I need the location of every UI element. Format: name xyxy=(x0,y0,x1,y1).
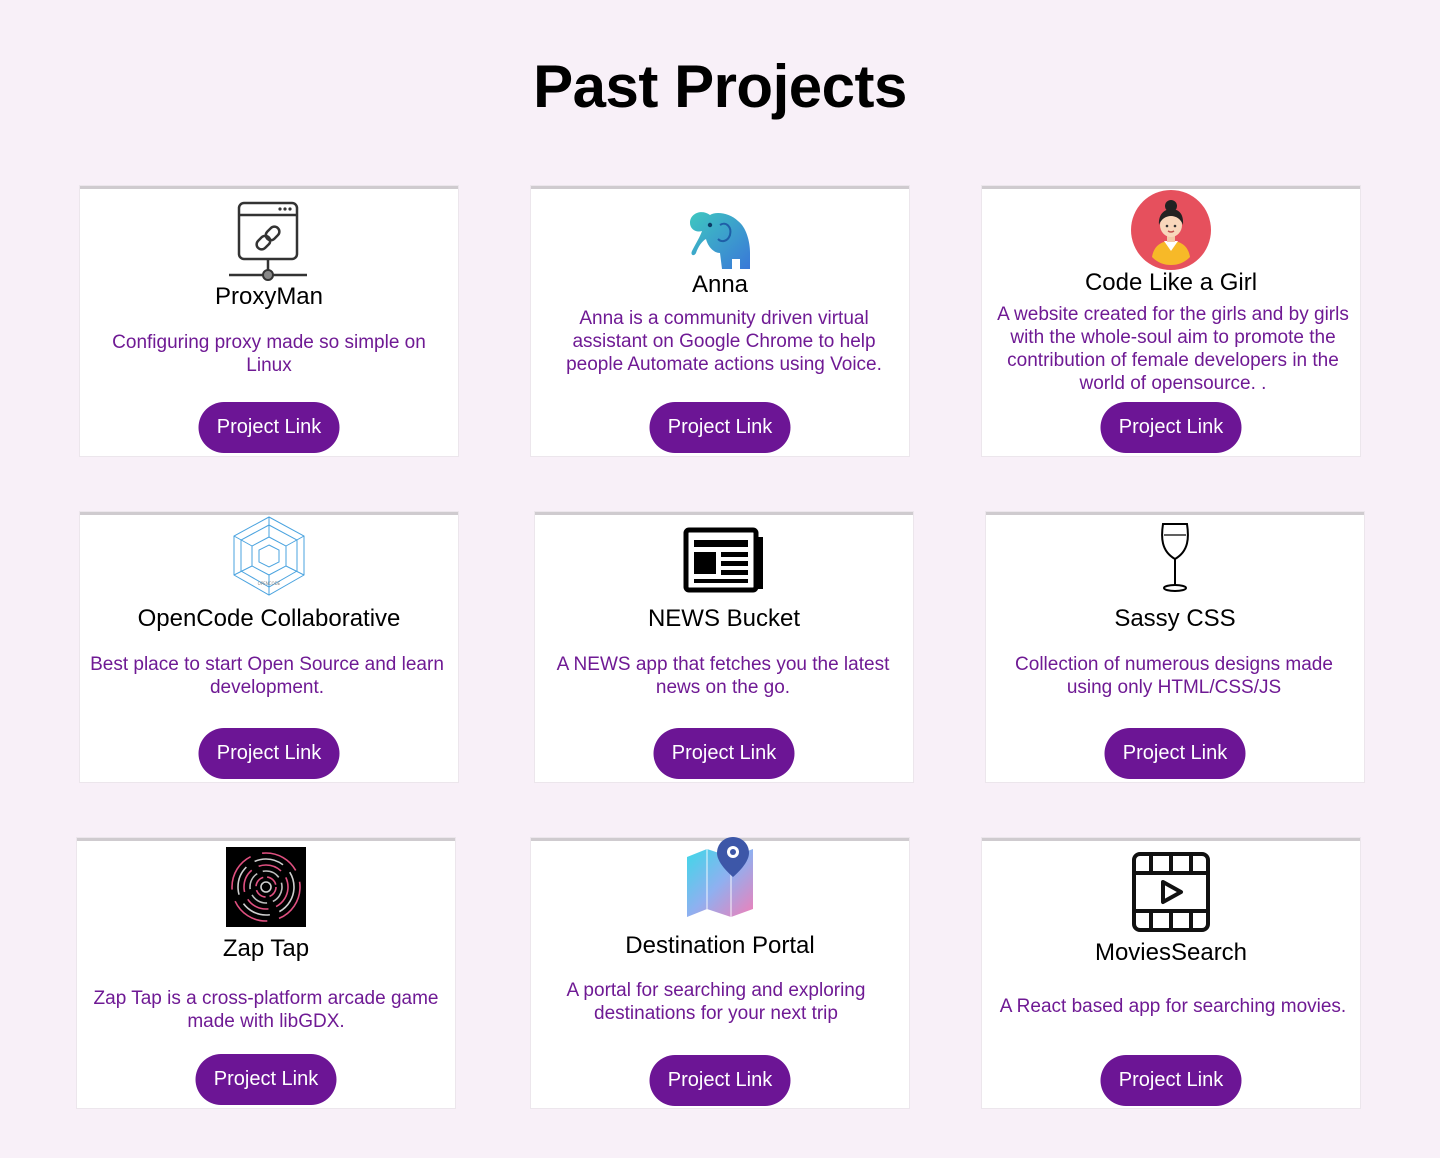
project-description: Zap Tap is a cross-platform arcade game … xyxy=(93,988,439,1032)
project-link-button[interactable]: Project Link xyxy=(195,1054,337,1105)
film-play-icon xyxy=(982,851,1360,933)
project-card-anna: Anna Anna is a community driven virtual … xyxy=(531,186,909,456)
project-link-button[interactable]: Project Link xyxy=(649,402,791,453)
project-name: OpenCode Collaborative xyxy=(137,605,401,632)
project-card-destination-portal: Destination Portal A portal for searchin… xyxy=(531,835,909,1108)
project-link-button[interactable]: Project Link xyxy=(198,402,340,453)
project-link-button[interactable]: Project Link xyxy=(653,728,795,779)
map-pin-icon xyxy=(531,835,909,919)
girl-avatar-icon xyxy=(982,189,1360,271)
project-name: Zap Tap xyxy=(222,935,310,962)
project-description: A NEWS app that fetches you the latest n… xyxy=(556,654,890,698)
project-description: A portal for searching and exploring des… xyxy=(566,980,866,1024)
project-card-sassy-css: Sassy CSS Collection of numerous designs… xyxy=(986,512,1364,782)
project-card-code-like-a-girl: Code Like a Girl A website created for t… xyxy=(982,186,1360,456)
newspaper-icon xyxy=(535,527,913,593)
project-link-button[interactable]: Project Link xyxy=(1100,402,1242,453)
project-name: MoviesSearch xyxy=(1094,939,1248,966)
project-link-button[interactable]: Project Link xyxy=(198,728,340,779)
project-description: Best place to start Open Source and lear… xyxy=(90,654,444,698)
project-card-news-bucket: NEWS Bucket A NEWS app that fetches you … xyxy=(535,512,913,782)
project-description: A React based app for searching movies. xyxy=(999,996,1347,1017)
project-card-zap-tap: Zap Tap Zap Tap is a cross-platform arca… xyxy=(77,838,455,1108)
project-name: Destination Portal xyxy=(625,932,815,959)
project-name: Code Like a Girl xyxy=(1084,269,1258,296)
project-link-button[interactable]: Project Link xyxy=(1100,1055,1242,1106)
project-name: ProxyMan xyxy=(214,283,324,310)
project-name: Anna xyxy=(691,271,749,298)
project-description: Collection of numerous designs made usin… xyxy=(1015,654,1333,698)
project-description: Anna is a community driven virtual assis… xyxy=(566,308,882,375)
project-link-button[interactable]: Project Link xyxy=(1104,728,1246,779)
proxy-network-icon xyxy=(80,201,458,281)
project-link-button[interactable]: Project Link xyxy=(649,1055,791,1106)
page-title: Past Projects xyxy=(533,53,907,120)
project-card-movies-search: MoviesSearch A React based app for searc… xyxy=(982,838,1360,1108)
elephant-icon xyxy=(531,207,909,273)
project-card-proxyman: ProxyMan Configuring proxy made so simpl… xyxy=(80,186,458,456)
wine-glass-icon xyxy=(986,521,1364,593)
project-name: Sassy CSS xyxy=(1114,605,1236,632)
opencode-hexagon-icon: OPENCODE xyxy=(80,515,458,597)
concentric-rings-icon xyxy=(77,847,455,927)
opencode-caption: OPENCODE xyxy=(258,581,281,586)
project-description: A website created for the girls and by g… xyxy=(997,304,1349,394)
project-name: NEWS Bucket xyxy=(647,605,801,632)
project-description: Configuring proxy made so simple on Linu… xyxy=(112,332,426,376)
project-card-opencode-collaborative: OPENCODE OpenCode Collaborative Best pla… xyxy=(80,512,458,782)
